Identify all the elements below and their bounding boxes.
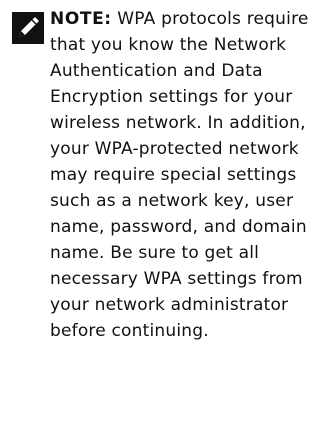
note-icon: [12, 12, 44, 44]
note-paragraph: NOTE: WPA protocols require that you kno…: [50, 6, 316, 344]
note-body: WPA protocols require that you know the …: [50, 9, 309, 341]
note-label: NOTE:: [50, 9, 112, 29]
